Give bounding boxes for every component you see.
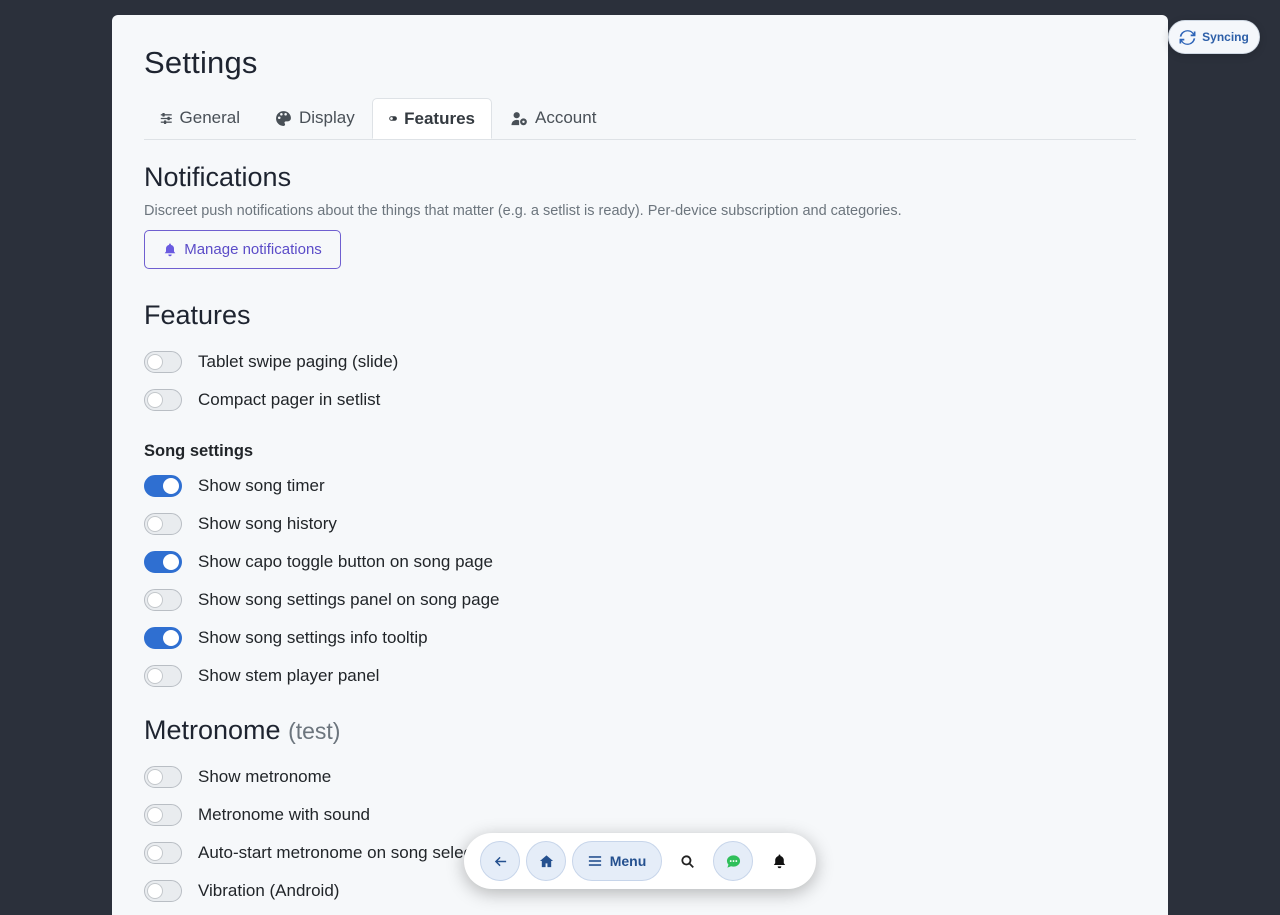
song-timer-switch[interactable] (144, 475, 182, 497)
sync-icon (1179, 29, 1196, 45)
menu-label: Menu (609, 853, 647, 869)
toggle-row-metronome-sound: Metronome with sound (144, 803, 370, 827)
song-settings-heading: Song settings (144, 442, 254, 460)
manage-notifications-label: Manage notifications (184, 241, 322, 258)
metronome-heading: Metronome (test) (144, 715, 340, 746)
tab-general-label: General (179, 108, 240, 127)
tablet-swipe-switch[interactable] (144, 351, 182, 373)
tab-account[interactable]: Account (495, 98, 613, 138)
tab-display[interactable]: Display (259, 98, 371, 138)
toggle-row-info-tooltip: Show song settings info tooltip (144, 626, 428, 650)
toggle-row-auto-start: Auto-start metronome on song selection (144, 841, 499, 865)
page-title: Settings (144, 45, 258, 80)
show-metronome-switch[interactable] (144, 766, 182, 788)
metronome-heading-suffix: (test) (288, 718, 341, 744)
toggle-label: Show song history (198, 514, 337, 533)
toggle-label: Show song timer (198, 476, 325, 495)
toggle-row-vibration: Vibration (Android) (144, 879, 339, 903)
info-tooltip-switch[interactable] (144, 627, 182, 649)
search-button[interactable] (667, 841, 707, 881)
toggle-row-tablet-swipe: Tablet swipe paging (slide) (144, 350, 398, 374)
menu-button[interactable]: Menu (572, 841, 662, 881)
user-gear-icon (511, 111, 527, 125)
stem-player-switch[interactable] (144, 665, 182, 687)
bottom-nav: Menu (464, 833, 816, 889)
tab-account-label: Account (535, 108, 597, 127)
search-icon (680, 854, 694, 868)
compact-pager-switch[interactable] (144, 389, 182, 411)
toggle-label: Show song settings info tooltip (198, 628, 428, 647)
manage-notifications-button[interactable]: Manage notifications (144, 230, 341, 269)
toggle-label: Metronome with sound (198, 805, 370, 824)
metronome-sound-switch[interactable] (144, 804, 182, 826)
home-icon (539, 854, 553, 867)
toggle-row-compact-pager: Compact pager in setlist (144, 388, 380, 412)
tab-features[interactable]: Features (372, 98, 492, 139)
notifications-heading: Notifications (144, 162, 292, 192)
home-button[interactable] (526, 841, 566, 881)
capo-toggle-switch[interactable] (144, 551, 182, 573)
bell-icon (773, 854, 785, 868)
back-button[interactable] (480, 841, 520, 881)
song-history-switch[interactable] (144, 513, 182, 535)
settings-panel-switch[interactable] (144, 589, 182, 611)
toggle-row-show-metronome: Show metronome (144, 765, 331, 789)
settings-card: Settings General Display Features Accoun… (112, 15, 1168, 915)
toggle-row-song-timer: Show song timer (144, 474, 325, 498)
notifications-button[interactable] (759, 841, 799, 881)
sliders-icon (160, 112, 172, 124)
tab-features-label: Features (404, 108, 475, 128)
toggle-label: Show capo toggle button on song page (198, 552, 493, 571)
toggle-label: Compact pager in setlist (198, 390, 381, 409)
tab-display-label: Display (299, 108, 355, 127)
chat-icon (726, 854, 740, 868)
hamburger-icon (588, 856, 601, 866)
sync-status-label: Syncing (1202, 30, 1249, 44)
metronome-heading-text: Metronome (144, 715, 281, 745)
tab-general[interactable]: General (144, 98, 256, 138)
toggle-label: Show stem player panel (198, 666, 380, 685)
toggle-label: Show song settings panel on song page (198, 590, 500, 609)
bell-icon (164, 243, 176, 256)
arrow-left-icon (494, 856, 506, 866)
toggle-label: Auto-start metronome on song selection (198, 843, 500, 862)
toggle-row-stem-player: Show stem player panel (144, 664, 379, 688)
sync-status-badge[interactable]: Syncing (1168, 20, 1260, 54)
features-heading: Features (144, 300, 251, 330)
vibration-switch[interactable] (144, 880, 182, 902)
notifications-description: Discreet push notifications about the th… (144, 203, 902, 219)
toggle-row-settings-panel: Show song settings panel on song page (144, 588, 500, 612)
auto-start-switch[interactable] (144, 842, 182, 864)
chat-button[interactable] (713, 841, 753, 881)
toggle-row-song-history: Show song history (144, 512, 337, 536)
toggle-label: Vibration (Android) (198, 881, 340, 900)
toggle-label: Show metronome (198, 767, 332, 786)
toggle-label: Tablet swipe paging (slide) (198, 352, 399, 371)
toggle-row-capo-toggle: Show capo toggle button on song page (144, 550, 493, 574)
settings-tabs: General Display Features Account (144, 98, 1136, 140)
toggle-icon (389, 116, 397, 121)
palette-icon (276, 110, 291, 126)
